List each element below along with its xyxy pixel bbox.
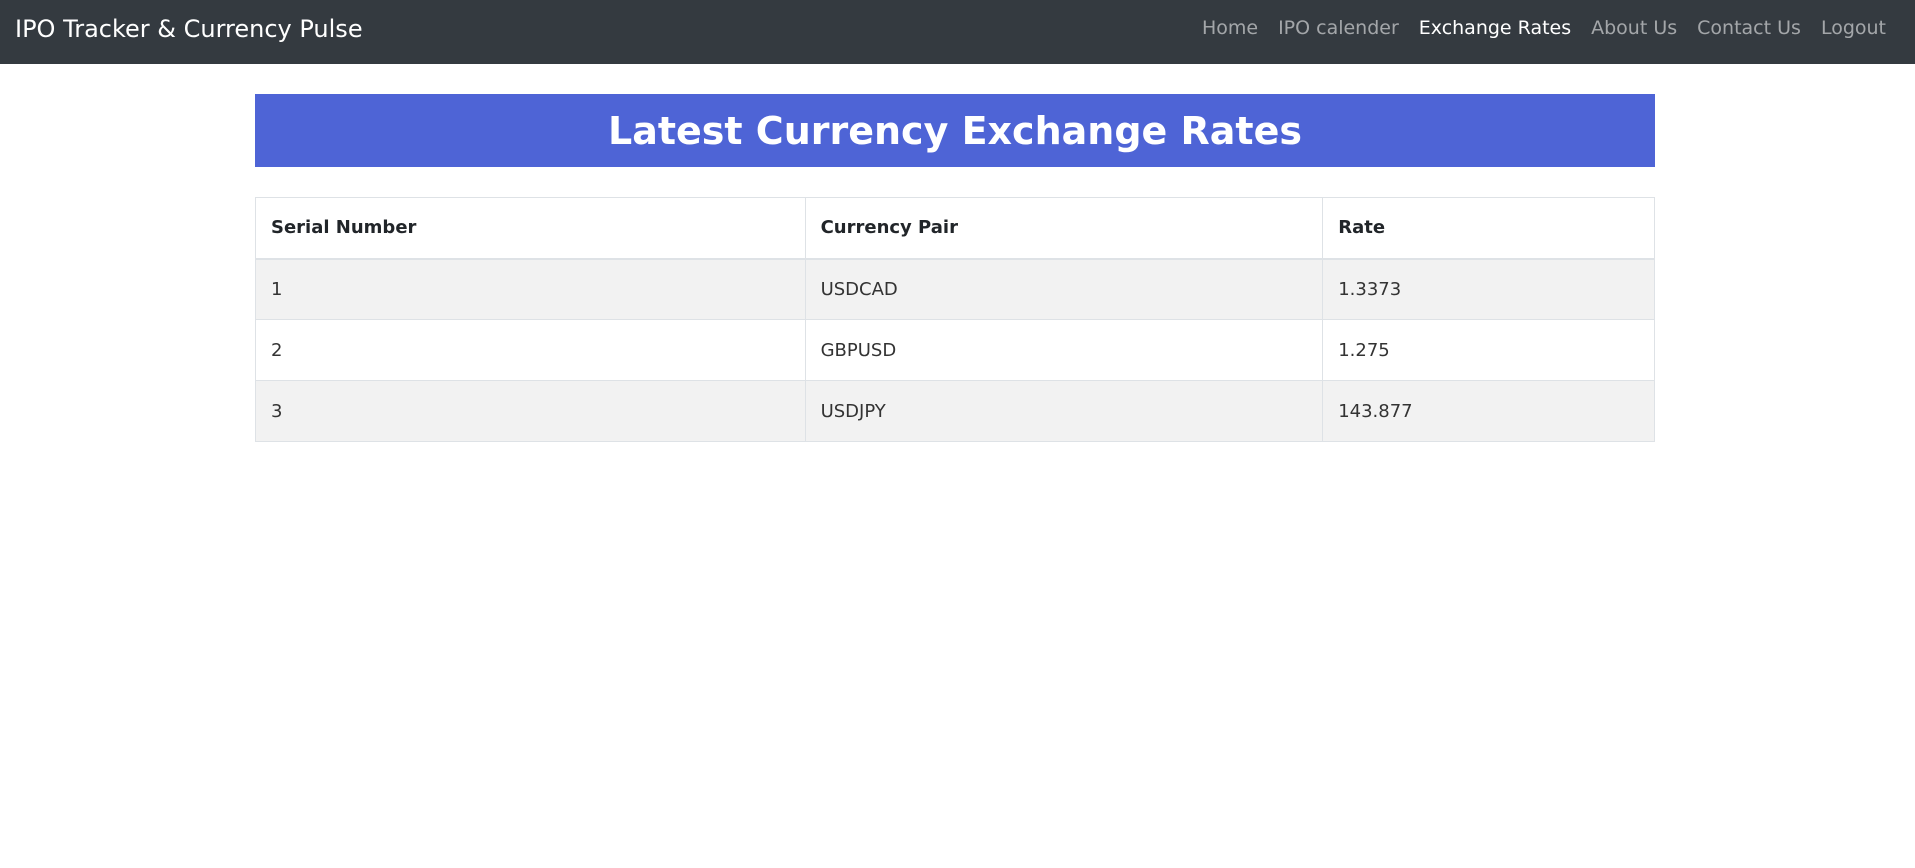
- column-header-rate: Rate: [1322, 197, 1655, 260]
- rate-cell: 1.275: [1322, 319, 1655, 381]
- rate-cell: 1.3373: [1322, 258, 1655, 320]
- rate-cell: 143.877: [1322, 380, 1655, 442]
- table-row: 1 USDCAD 1.3373: [255, 258, 1655, 320]
- serial-number-cell: 3: [255, 380, 806, 442]
- nav-links: Home IPO calender Exchange Rates About U…: [1182, 0, 1886, 56]
- serial-number-cell: 1: [255, 258, 806, 320]
- serial-number-cell: 2: [255, 319, 806, 381]
- currency-pair-cell: GBPUSD: [804, 319, 1324, 381]
- table-row: 3 USDJPY 143.877: [255, 380, 1655, 442]
- nav-link-home[interactable]: Home: [1202, 17, 1258, 39]
- nav-link-ipo-calender[interactable]: IPO calender: [1278, 17, 1399, 39]
- nav-link-exchange-rates[interactable]: Exchange Rates: [1419, 17, 1571, 39]
- exchange-rates-table: Serial Number Currency Pair Rate 1 USDCA…: [255, 197, 1655, 442]
- table-header-row: Serial Number Currency Pair Rate: [255, 197, 1655, 260]
- page-title: Latest Currency Exchange Rates: [608, 108, 1302, 153]
- nav-link-contact-us[interactable]: Contact Us: [1697, 17, 1801, 39]
- currency-pair-cell: USDCAD: [804, 258, 1324, 320]
- currency-pair-cell: USDJPY: [804, 380, 1324, 442]
- column-header-currency-pair: Currency Pair: [804, 197, 1324, 260]
- column-header-serial-number: Serial Number: [255, 197, 806, 260]
- nav-link-about-us[interactable]: About Us: [1591, 17, 1677, 39]
- top-navbar: IPO Tracker & Currency Pulse Home IPO ca…: [0, 0, 1915, 64]
- page-title-banner: Latest Currency Exchange Rates: [255, 94, 1655, 167]
- table-row: 2 GBPUSD 1.275: [255, 319, 1655, 381]
- nav-link-logout[interactable]: Logout: [1821, 17, 1886, 39]
- brand-link[interactable]: IPO Tracker & Currency Pulse: [15, 0, 363, 58]
